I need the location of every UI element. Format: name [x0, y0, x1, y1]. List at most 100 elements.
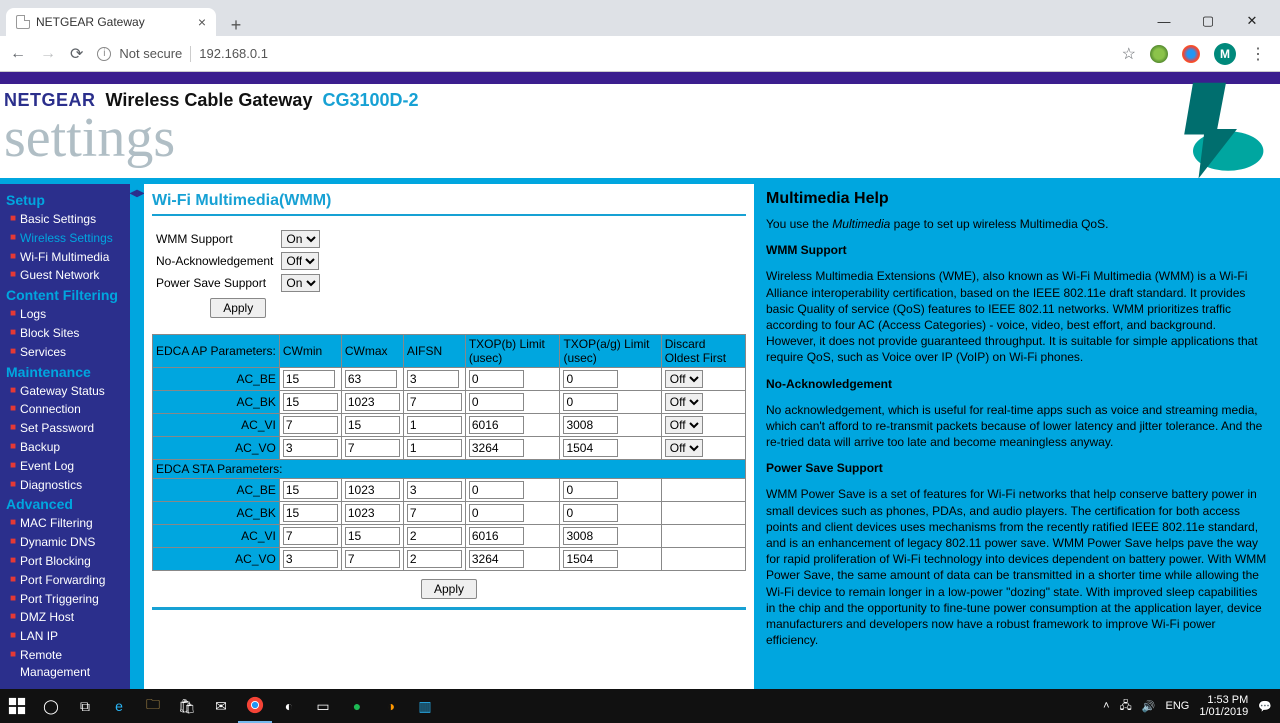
back-button[interactable]: ← [10, 45, 26, 63]
sta-vi-cwmax[interactable] [345, 527, 400, 545]
info-icon[interactable]: i [97, 47, 111, 61]
ap-vo-txopag[interactable] [563, 439, 618, 457]
nav-connection[interactable]: ■Connection [0, 400, 130, 419]
new-tab-button[interactable]: + [226, 15, 246, 36]
forward-button[interactable]: → [40, 45, 56, 63]
nav-lan-ip[interactable]: ■LAN IP [0, 627, 130, 646]
explorer-icon[interactable]: 🗀 [136, 689, 170, 723]
select-power-save[interactable]: On [281, 274, 320, 292]
sta-vo-aifsn[interactable] [407, 550, 462, 568]
ap-vi-txopb[interactable] [469, 416, 524, 434]
apply-button-top[interactable]: Apply [210, 298, 266, 318]
chrome-menu-icon[interactable]: ⋮ [1250, 44, 1266, 64]
nav-event-log[interactable]: ■Event Log [0, 457, 130, 476]
app-icon-3[interactable]: ▥ [408, 689, 442, 723]
sta-vo-cwmax[interactable] [345, 550, 400, 568]
sta-bk-txopag[interactable] [563, 504, 618, 522]
ap-vi-cwmax[interactable] [345, 416, 400, 434]
ap-bk-cwmin[interactable] [283, 393, 338, 411]
minimize-button[interactable]: — [1142, 6, 1186, 36]
nav-diagnostics[interactable]: ■Diagnostics [0, 476, 130, 495]
nav-dynamic-dns[interactable]: ■Dynamic DNS [0, 533, 130, 552]
sta-be-cwmin[interactable] [283, 481, 338, 499]
ap-be-discard[interactable]: Off [665, 370, 703, 388]
edge-icon[interactable]: e [102, 689, 136, 723]
nav-guest-network[interactable]: ■Guest Network [0, 266, 130, 285]
volume-icon[interactable]: 🔊 [1142, 700, 1156, 713]
sta-vo-cwmin[interactable] [283, 550, 338, 568]
ap-vo-discard[interactable]: Off [665, 439, 703, 457]
network-icon[interactable]: 🖧 [1120, 697, 1132, 716]
ap-bk-txopb[interactable] [469, 393, 524, 411]
ap-vi-aifsn[interactable] [407, 416, 462, 434]
sta-vi-aifsn[interactable] [407, 527, 462, 545]
ap-vo-cwmax[interactable] [345, 439, 400, 457]
sta-bk-cwmax[interactable] [345, 504, 400, 522]
browser-tab[interactable]: NETGEAR Gateway × [6, 8, 216, 36]
tray-expand-icon[interactable]: ˄ [1103, 700, 1109, 712]
select-no-ack[interactable]: Off [281, 252, 319, 270]
close-window-button[interactable]: ✕ [1230, 6, 1274, 36]
sta-vi-txopag[interactable] [563, 527, 618, 545]
reload-button[interactable]: ⟳ [70, 44, 83, 64]
sta-be-aifsn[interactable] [407, 481, 462, 499]
ap-bk-txopag[interactable] [563, 393, 618, 411]
notifications-icon[interactable]: 💬 [1258, 700, 1272, 713]
ap-vi-txopag[interactable] [563, 416, 618, 434]
ap-vo-cwmin[interactable] [283, 439, 338, 457]
nav-wireless-settings[interactable]: ■Wireless Settings [0, 229, 130, 248]
close-tab-icon[interactable]: × [198, 14, 206, 30]
address-field[interactable]: i Not secure 192.168.0.1 [93, 46, 1111, 62]
nav-backup[interactable]: ■Backup [0, 438, 130, 457]
store-icon[interactable]: 🛍 [170, 689, 204, 723]
cortana-icon[interactable]: ◯ [34, 689, 68, 723]
frame-resizer[interactable]: ◀▶ [130, 184, 144, 689]
sta-vo-txopag[interactable] [563, 550, 618, 568]
ap-bk-discard[interactable]: Off [665, 393, 703, 411]
sta-bk-txopb[interactable] [469, 504, 524, 522]
ap-be-txopag[interactable] [563, 370, 618, 388]
language-indicator[interactable]: ENG [1166, 700, 1190, 712]
nav-mac-filtering[interactable]: ■MAC Filtering [0, 514, 130, 533]
nav-set-password[interactable]: ■Set Password [0, 419, 130, 438]
extension-icon-1[interactable] [1150, 45, 1168, 63]
nav-port-blocking[interactable]: ■Port Blocking [0, 552, 130, 571]
nav-dmz-host[interactable]: ■DMZ Host [0, 608, 130, 627]
nav-gateway-status[interactable]: ■Gateway Status [0, 382, 130, 401]
task-view-icon[interactable]: ⧉ [68, 689, 102, 723]
ap-vo-aifsn[interactable] [407, 439, 462, 457]
maximize-button[interactable]: ▢ [1186, 6, 1230, 36]
ap-be-cwmax[interactable] [345, 370, 397, 388]
clock[interactable]: 1:53 PM 1/01/2019 [1199, 694, 1248, 718]
app-icon-1[interactable]: ◐ [272, 689, 306, 723]
ap-be-cwmin[interactable] [283, 370, 335, 388]
mail-icon[interactable]: ✉ [204, 689, 238, 723]
nav-logs[interactable]: ■Logs [0, 305, 130, 324]
sta-vi-txopb[interactable] [469, 527, 524, 545]
nav-port-forwarding[interactable]: ■Port Forwarding [0, 571, 130, 590]
sta-be-txopag[interactable] [563, 481, 618, 499]
nav-port-triggering[interactable]: ■Port Triggering [0, 590, 130, 609]
extension-icon-2[interactable] [1182, 45, 1200, 63]
notepad-icon[interactable]: ▭ [306, 689, 340, 723]
nav-remote-management[interactable]: ■Remote Management [0, 646, 130, 682]
ap-bk-aifsn[interactable] [407, 393, 462, 411]
ap-be-txopb[interactable] [469, 370, 524, 388]
apply-button-bottom[interactable]: Apply [421, 579, 477, 599]
app-icon-2[interactable]: ◑ [374, 689, 408, 723]
ap-vo-txopb[interactable] [469, 439, 524, 457]
ap-be-aifsn[interactable] [407, 370, 459, 388]
nav-block-sites[interactable]: ■Block Sites [0, 324, 130, 343]
ap-vi-cwmin[interactable] [283, 416, 338, 434]
select-wmm-support[interactable]: On [281, 230, 320, 248]
chrome-icon[interactable] [238, 689, 272, 723]
sta-be-cwmax[interactable] [345, 481, 400, 499]
nav-services[interactable]: ■Services [0, 343, 130, 362]
sta-bk-cwmin[interactable] [283, 504, 338, 522]
sta-vo-txopb[interactable] [469, 550, 524, 568]
sta-bk-aifsn[interactable] [407, 504, 462, 522]
profile-avatar[interactable]: M [1214, 43, 1236, 65]
ap-vi-discard[interactable]: Off [665, 416, 703, 434]
bookmark-star-icon[interactable]: ☆ [1122, 44, 1136, 64]
sta-vi-cwmin[interactable] [283, 527, 338, 545]
